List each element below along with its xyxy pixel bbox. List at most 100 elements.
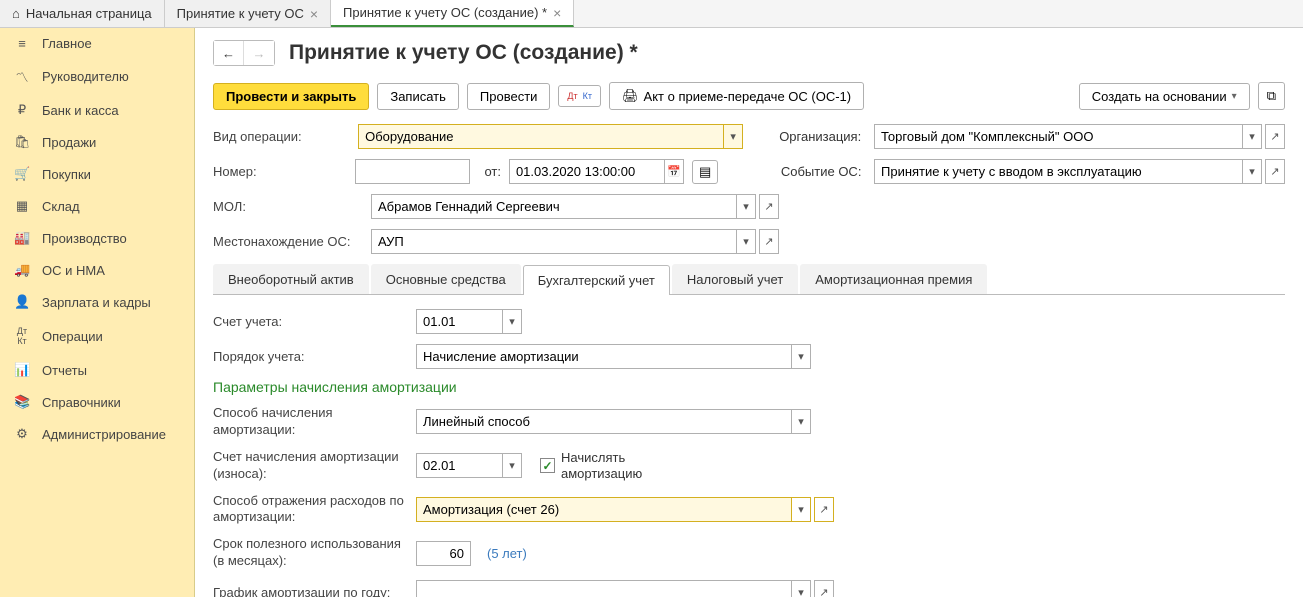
charge-checkbox[interactable] xyxy=(540,458,555,473)
tab-list[interactable]: Принятие к учету ОС × xyxy=(165,0,331,27)
chart-icon: 📊 xyxy=(14,362,30,378)
open-button[interactable]: ↗ xyxy=(1265,124,1285,149)
ruble-icon: ₽ xyxy=(14,102,30,118)
books-icon: 📚 xyxy=(14,394,30,410)
dropdown-button[interactable]: ▾ xyxy=(736,229,756,254)
open-button[interactable]: ↗ xyxy=(759,229,779,254)
close-icon[interactable]: × xyxy=(553,5,561,21)
sidebar-item-warehouse[interactable]: ▦Склад xyxy=(0,190,194,222)
gear-icon: ⚙ xyxy=(14,426,30,442)
sidebar-item-label: Администрирование xyxy=(42,427,166,442)
person-icon: 👤 xyxy=(14,294,30,310)
expense-input[interactable] xyxy=(416,497,791,522)
dt-icon: Дт xyxy=(567,91,577,101)
post-close-button[interactable]: Провести и закрыть xyxy=(213,83,369,110)
method-input[interactable] xyxy=(416,409,791,434)
number-input[interactable] xyxy=(355,159,470,184)
operation-type-input[interactable] xyxy=(358,124,723,149)
open-button[interactable]: ↗ xyxy=(814,580,834,597)
dropdown-button[interactable]: ▾ xyxy=(1242,124,1262,149)
sidebar-item-directories[interactable]: 📚Справочники xyxy=(0,386,194,418)
sidebar-item-main[interactable]: ≡ Главное xyxy=(0,28,194,59)
toolbar: Провести и закрыть Записать Провести Дт К… xyxy=(213,82,1285,110)
mol-label: МОЛ: xyxy=(213,199,363,214)
org-input[interactable] xyxy=(874,124,1242,149)
sidebar-item-label: Главное xyxy=(42,36,92,51)
dropdown-button[interactable]: ▾ xyxy=(791,344,811,369)
close-icon[interactable]: × xyxy=(310,6,318,22)
dropdown-button[interactable]: ▾ xyxy=(723,124,743,149)
order-input[interactable] xyxy=(416,344,791,369)
button-label: Создать на основании xyxy=(1092,89,1227,104)
subtab-tax[interactable]: Налоговый учет xyxy=(672,264,798,294)
location-input[interactable] xyxy=(371,229,736,254)
org-label: Организация: xyxy=(779,129,866,144)
list-icon-button[interactable]: ▤ xyxy=(692,160,718,184)
sidebar-item-sales[interactable]: 🛍Продажи xyxy=(0,126,194,158)
sidebar-item-reports[interactable]: 📊 Отчеты xyxy=(0,354,194,386)
window-tabs: ⌂ Начальная страница Принятие к учету ОС… xyxy=(0,0,1303,28)
kt-icon: Кт xyxy=(583,91,592,101)
tab-label: Принятие к учету ОС (создание) * xyxy=(343,5,547,20)
menu-icon: ≡ xyxy=(14,36,30,51)
sidebar-item-label: Склад xyxy=(42,199,80,214)
event-input[interactable] xyxy=(874,159,1242,184)
chart-up-icon: 〽 xyxy=(14,67,30,86)
sidebar-item-bank[interactable]: ₽ Банк и касса xyxy=(0,94,194,126)
dropdown-button[interactable]: ▾ xyxy=(502,453,522,478)
life-label: Срок полезного использования (в месяцах)… xyxy=(213,536,408,570)
post-button[interactable]: Провести xyxy=(467,83,551,110)
subtabs: Внеоборотный актив Основные средства Бух… xyxy=(213,264,1285,295)
sidebar-item-label: Продажи xyxy=(42,135,96,150)
open-button[interactable]: ↗ xyxy=(814,497,834,522)
expense-label: Способ отражения расходов по амортизации… xyxy=(213,493,408,527)
account-input[interactable] xyxy=(416,309,502,334)
schedule-input[interactable] xyxy=(416,580,791,597)
print-act-button[interactable]: 🖨Акт о приеме-передаче ОС (ОС-1) xyxy=(609,82,864,110)
subtab-premium[interactable]: Амортизационная премия xyxy=(800,264,987,294)
life-input[interactable] xyxy=(416,541,471,566)
create-based-button[interactable]: Создать на основании▾ xyxy=(1079,83,1250,110)
sidebar-item-admin[interactable]: ⚙ Администрирование xyxy=(0,418,194,450)
back-button[interactable]: ← xyxy=(214,41,244,65)
forward-button[interactable]: → xyxy=(244,41,274,65)
sidebar-item-assets[interactable]: 🚚ОС и НМА xyxy=(0,254,194,286)
open-button[interactable]: ↗ xyxy=(759,194,779,219)
sidebar-item-salary[interactable]: 👤 Зарплата и кадры xyxy=(0,286,194,318)
sidebar-item-label: Зарплата и кадры xyxy=(42,295,151,310)
tab-label: Начальная страница xyxy=(26,6,152,21)
account-label: Счет учета: xyxy=(213,314,408,329)
sidebar-item-manager[interactable]: 〽Руководителю xyxy=(0,59,194,94)
operation-type-label: Вид операции: xyxy=(213,129,350,144)
dtkt-button[interactable]: Дт Кт xyxy=(558,85,601,107)
dropdown-button[interactable]: ▾ xyxy=(791,580,811,597)
sidebar-item-label: Отчеты xyxy=(42,363,87,378)
charge-checkbox-row[interactable]: Начислять амортизацию xyxy=(540,450,651,481)
button-label: Акт о приеме-передаче ОС (ОС-1) xyxy=(644,89,852,104)
tab-create[interactable]: Принятие к учету ОС (создание) * × xyxy=(331,0,574,27)
dropdown-button[interactable]: ▾ xyxy=(502,309,522,334)
dropdown-button[interactable]: ▾ xyxy=(736,194,756,219)
subtab-accounting[interactable]: Бухгалтерский учет xyxy=(523,265,670,295)
sidebar-item-operations[interactable]: ДтКтОперации xyxy=(0,318,194,354)
life-hint: (5 лет) xyxy=(487,546,527,561)
open-button[interactable]: ↗ xyxy=(1265,159,1285,184)
sidebar-item-purchases[interactable]: 🛒Покупки xyxy=(0,158,194,190)
dropdown-button[interactable]: ▾ xyxy=(791,409,811,434)
structure-button[interactable]: ⧉ xyxy=(1258,82,1285,110)
amort-account-input[interactable] xyxy=(416,453,502,478)
mol-input[interactable] xyxy=(371,194,736,219)
tab-home[interactable]: ⌂ Начальная страница xyxy=(0,0,165,27)
schedule-label: График амортизации по году: xyxy=(213,585,408,597)
event-label: Событие ОС: xyxy=(781,164,866,179)
order-label: Порядок учета: xyxy=(213,349,408,364)
dropdown-button[interactable]: ▾ xyxy=(1242,159,1262,184)
sidebar-item-label: Банк и касса xyxy=(42,103,119,118)
subtab-fixed-assets[interactable]: Основные средства xyxy=(371,264,521,294)
save-button[interactable]: Записать xyxy=(377,83,459,110)
dropdown-button[interactable]: ▾ xyxy=(791,497,811,522)
calendar-button[interactable]: 📅 xyxy=(664,159,684,184)
sidebar-item-production[interactable]: 🏭Производство xyxy=(0,222,194,254)
date-input[interactable] xyxy=(509,159,664,184)
subtab-asset[interactable]: Внеоборотный актив xyxy=(213,264,369,294)
